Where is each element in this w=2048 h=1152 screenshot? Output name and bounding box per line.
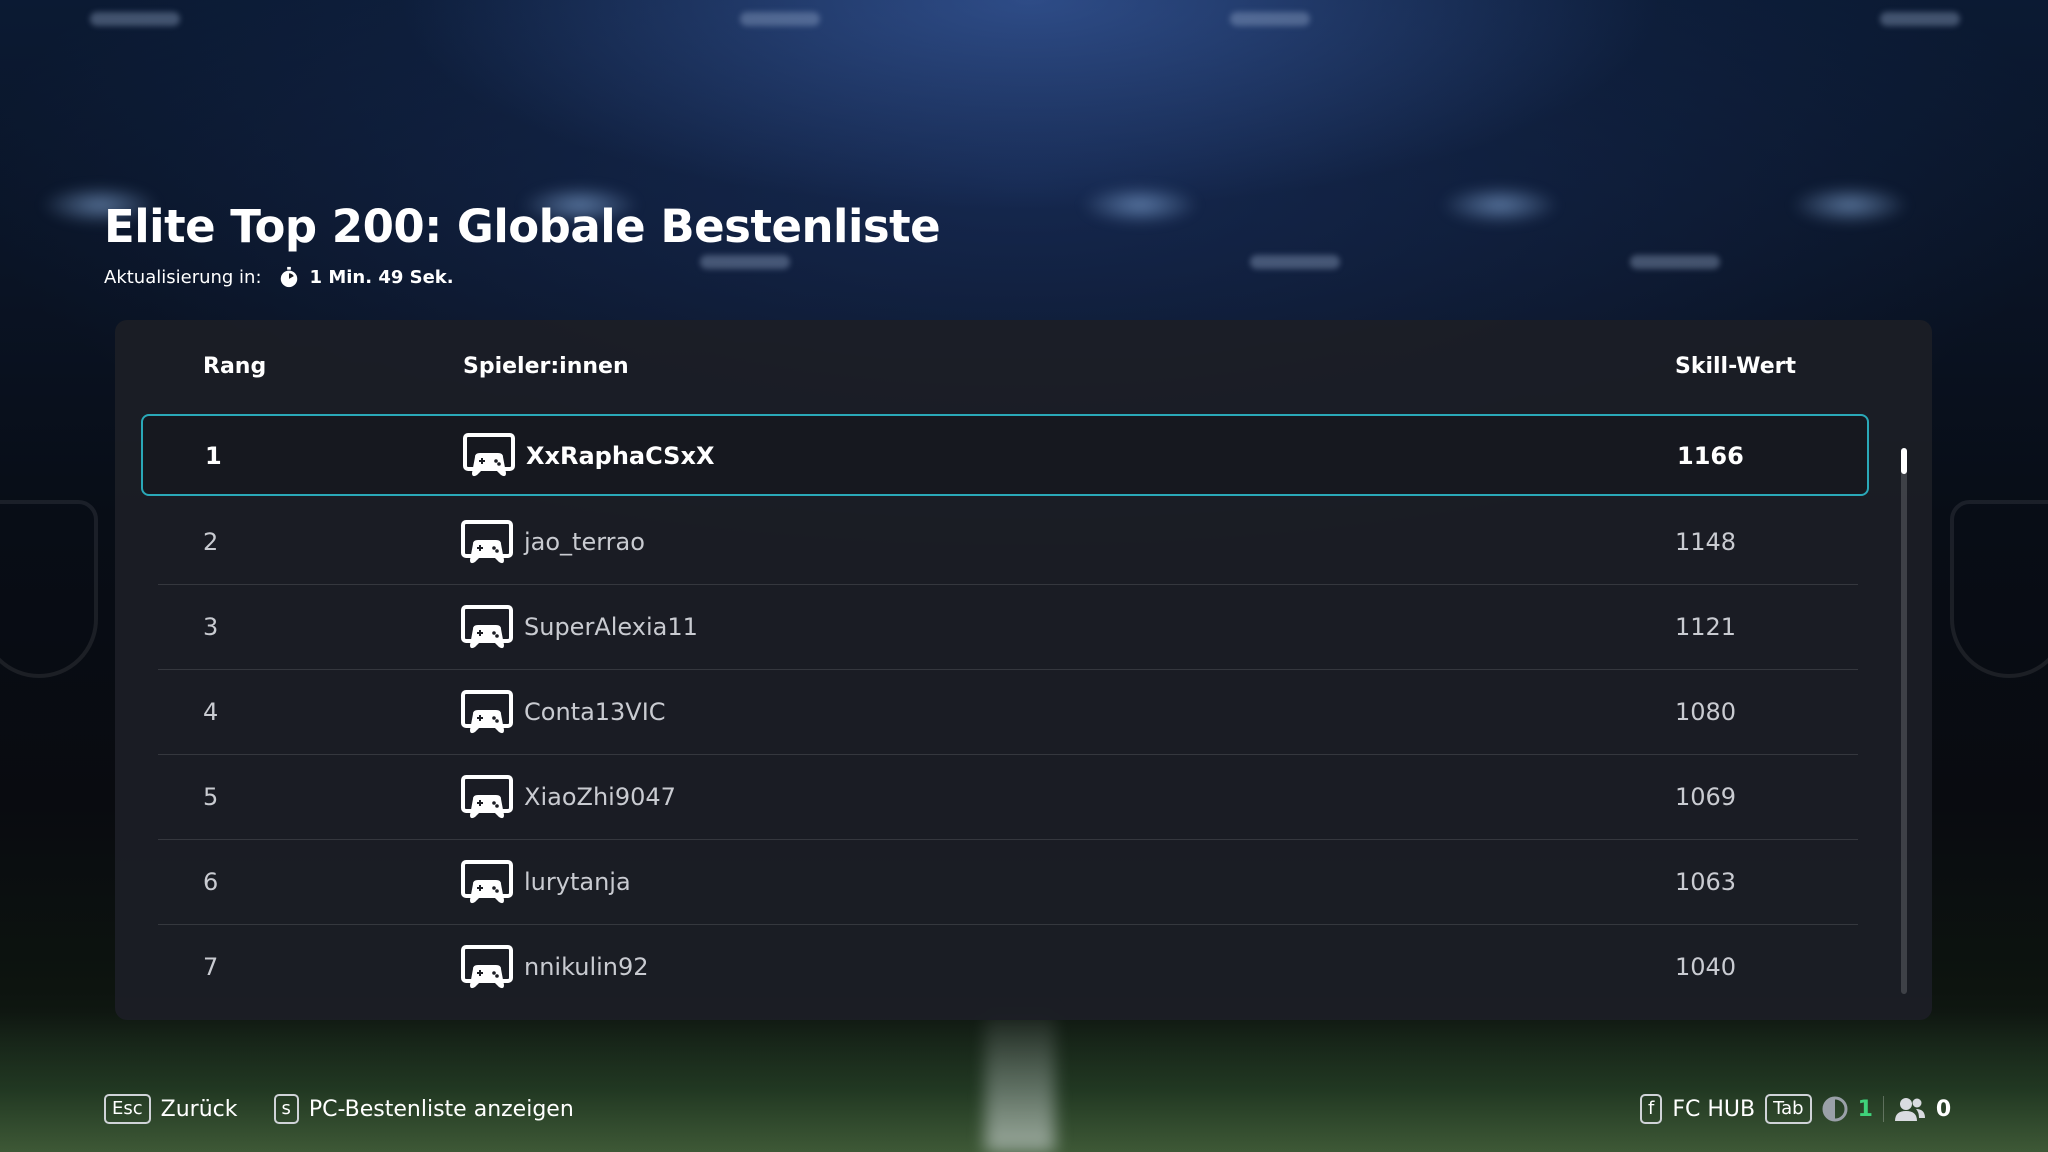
player-name: XiaoZhi9047 bbox=[524, 783, 676, 811]
pitch-line bbox=[985, 1002, 1055, 1152]
table-row[interactable]: 3 SuperAlexia11 1121 bbox=[158, 585, 1858, 670]
footer-status: f FC HUB Tab 1 0 bbox=[1640, 1094, 1951, 1124]
skill-value: 1080 bbox=[1675, 698, 1737, 726]
stadium-glow bbox=[1440, 185, 1560, 225]
row-rank: 1 bbox=[205, 442, 222, 470]
row-rank: 2 bbox=[203, 528, 219, 556]
stadium-light bbox=[740, 12, 820, 26]
footer-actions: Esc Zurück s PC-Bestenliste anzeigen bbox=[104, 1094, 574, 1124]
table-header: Rang Spieler:innen Skill-Wert bbox=[115, 320, 1932, 410]
header-player: Spieler:innen bbox=[463, 354, 629, 379]
divider bbox=[1882, 1096, 1884, 1122]
skill-value: 1063 bbox=[1675, 868, 1737, 896]
stadium-light bbox=[1880, 12, 1960, 26]
row-rank: 3 bbox=[203, 613, 219, 641]
player-name: XxRaphaCSxX bbox=[526, 442, 715, 470]
header-skill: Skill-Wert bbox=[1675, 354, 1797, 379]
controller-screen-icon bbox=[461, 775, 513, 819]
player-name: jao_terrao bbox=[524, 528, 645, 556]
skill-value: 1166 bbox=[1677, 442, 1744, 470]
fc-hub-label[interactable]: FC HUB bbox=[1672, 1097, 1755, 1122]
pc-leaderboard-label[interactable]: PC-Bestenliste anzeigen bbox=[309, 1097, 574, 1122]
stopwatch-icon bbox=[280, 266, 297, 288]
scrollbar[interactable] bbox=[1901, 448, 1907, 994]
controller-screen-icon bbox=[461, 520, 513, 564]
refresh-label: Aktualisierung in: bbox=[104, 266, 262, 288]
scrollbar-thumb[interactable] bbox=[1901, 448, 1907, 474]
stadium-light bbox=[1230, 12, 1310, 26]
player-name: lurytanja bbox=[524, 868, 631, 896]
player-name: SuperAlexia11 bbox=[524, 613, 698, 641]
stadium-light bbox=[1630, 255, 1720, 269]
refresh-countdown: Aktualisierung in: 1 Min. 49 Sek. bbox=[104, 266, 454, 288]
table-row[interactable]: 4 Conta13VIC 1080 bbox=[158, 670, 1858, 755]
controller-screen-icon bbox=[461, 860, 513, 904]
refresh-time: 1 Min. 49 Sek. bbox=[309, 266, 454, 288]
skill-value: 1069 bbox=[1675, 783, 1737, 811]
background-logo bbox=[0, 500, 98, 678]
controller-screen-icon bbox=[463, 433, 515, 477]
table-row[interactable]: 1 XxRaphaCSxX 1166 bbox=[141, 414, 1869, 496]
esc-key-hint[interactable]: Esc bbox=[104, 1094, 151, 1124]
table-row[interactable]: 6 lurytanja 1063 bbox=[158, 840, 1858, 925]
screen: Elite Top 200: Globale Bestenliste Aktua… bbox=[0, 0, 2048, 1152]
row-rank: 6 bbox=[203, 868, 219, 896]
notification-count: 1 bbox=[1857, 1096, 1873, 1122]
f-key-hint[interactable]: f bbox=[1640, 1094, 1663, 1124]
tab-key-hint[interactable]: Tab bbox=[1765, 1094, 1812, 1124]
controller-screen-icon bbox=[461, 945, 513, 989]
controller-screen-icon bbox=[461, 690, 513, 734]
friends-icon[interactable] bbox=[1894, 1096, 1926, 1122]
s-key-hint[interactable]: s bbox=[273, 1094, 299, 1124]
back-label[interactable]: Zurück bbox=[161, 1097, 238, 1122]
row-rank: 5 bbox=[203, 783, 219, 811]
stadium-light bbox=[700, 255, 790, 269]
player-name: nnikulin92 bbox=[524, 953, 649, 981]
skill-value: 1121 bbox=[1675, 613, 1737, 641]
stadium-glow bbox=[1790, 185, 1910, 225]
skill-value: 1148 bbox=[1675, 528, 1737, 556]
row-rank: 7 bbox=[203, 953, 219, 981]
header-rank: Rang bbox=[203, 354, 267, 379]
stadium-glow bbox=[1080, 185, 1200, 225]
friends-count: 0 bbox=[1935, 1096, 1952, 1122]
notification-icon[interactable] bbox=[1822, 1096, 1848, 1122]
row-rank: 4 bbox=[203, 698, 219, 726]
stadium-light bbox=[1250, 255, 1340, 269]
leaderboard-panel: Rang Spieler:innen Skill-Wert 1 XxRaphaC… bbox=[115, 320, 1932, 1020]
page-title: Elite Top 200: Globale Bestenliste bbox=[104, 200, 941, 253]
background-logo bbox=[1950, 500, 2048, 678]
table-row[interactable]: 5 XiaoZhi9047 1069 bbox=[158, 755, 1858, 840]
skill-value: 1040 bbox=[1675, 953, 1737, 981]
table-row[interactable]: 2 jao_terrao 1148 bbox=[158, 500, 1858, 585]
stadium-light bbox=[90, 12, 180, 26]
controller-screen-icon bbox=[461, 605, 513, 649]
table-row[interactable]: 7 nnikulin92 1040 bbox=[158, 925, 1858, 1010]
player-name: Conta13VIC bbox=[524, 698, 666, 726]
